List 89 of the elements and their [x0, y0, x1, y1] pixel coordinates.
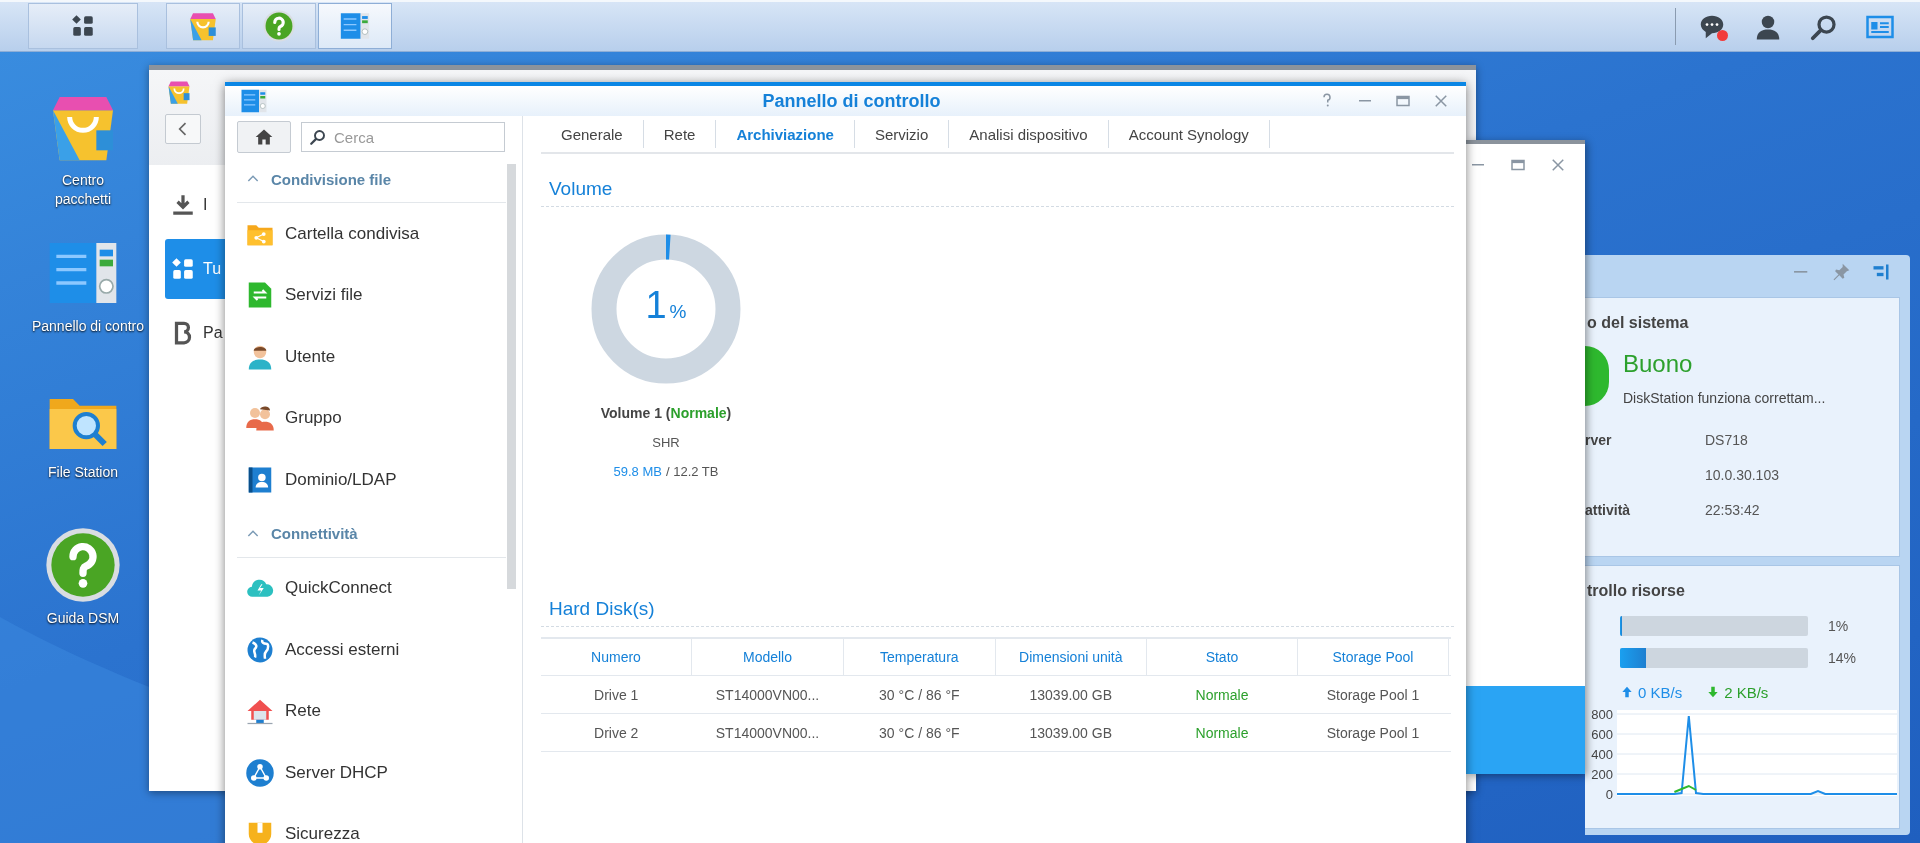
sidebar-item[interactable]: Sicurezza: [237, 803, 506, 843]
sidebar-item[interactable]: Dominio/LDAP: [237, 449, 506, 511]
scrollbar[interactable]: [507, 164, 516, 589]
info-value: 10.0.30.103: [1705, 466, 1779, 483]
sidebar-item[interactable]: Rete: [237, 680, 506, 742]
table-cell: Storage Pool 1: [1297, 675, 1449, 714]
info-label: attività: [1585, 501, 1632, 518]
volume-name: Volume 1 (Normale): [600, 405, 732, 421]
table-cell: 13039.00 GB: [995, 713, 1147, 752]
sidebar-item[interactable]: Accessi esterni: [237, 619, 506, 681]
grid-icon: [170, 256, 196, 282]
home-button[interactable]: [237, 121, 291, 153]
axis-tick-label: 0: [1605, 787, 1613, 800]
main-menu-icon: [70, 13, 96, 39]
table-cell: Drive 2: [541, 713, 692, 752]
table-cell: Drive 1: [541, 675, 692, 714]
sidebar-item[interactable]: Utente: [237, 326, 506, 388]
search-icon: [309, 128, 327, 146]
upload-arrow-icon: [1620, 685, 1634, 699]
table-cell: Storage Pool 1: [1297, 713, 1449, 752]
widget-title: trollo risorse: [1586, 581, 1686, 601]
section-header[interactable]: Condivisione file: [237, 156, 506, 203]
usage-reading: 1%: [1828, 618, 1849, 634]
column-header[interactable]: Modello: [691, 638, 844, 676]
column-header[interactable]: Stato: [1146, 638, 1298, 676]
usage-percent: 1%: [644, 284, 688, 327]
network-icon: [245, 757, 275, 788]
table-cell: ST14000VN00...: [691, 675, 844, 714]
tab[interactable]: Rete: [643, 120, 717, 148]
total-space: / 12.2 TB: [665, 464, 719, 479]
back-button[interactable]: [165, 114, 201, 144]
tab[interactable]: Generale: [541, 120, 644, 148]
nav-item[interactable]: I: [165, 175, 225, 235]
desktop-icon-label[interactable]: Pannello di contro: [31, 317, 145, 336]
tab[interactable]: Account Synology: [1108, 120, 1270, 148]
table-cell: 30 °C / 86 °F: [843, 675, 996, 714]
info-label: rver: [1585, 431, 1613, 448]
section-heading: Hard Disk(s): [541, 574, 1454, 627]
status-cell: Normale: [1146, 675, 1298, 714]
pin-icon: [1831, 262, 1851, 282]
widget-title: o del sistema: [1586, 313, 1690, 333]
volume-type: SHR: [652, 435, 680, 450]
desktop-icon-label[interactable]: Guida DSM: [46, 609, 120, 628]
axis-tick-label: 400: [1591, 747, 1613, 762]
close-icon: [1432, 92, 1450, 110]
upload-speed: 0 KB/s: [1620, 683, 1683, 701]
search-field[interactable]: Cerca: [301, 122, 505, 152]
minimize-icon: [1794, 271, 1808, 273]
tab[interactable]: Analisi dispositivo: [949, 120, 1109, 148]
column-header[interactable]: Storage Pool: [1297, 638, 1449, 676]
sidebar-item[interactable]: Servizi file: [237, 264, 506, 326]
table-cell: ST14000VN00...: [691, 713, 844, 752]
question-mark-icon: [262, 9, 296, 43]
sidebar-item[interactable]: Gruppo: [237, 387, 506, 449]
download-speed: 2 KB/s: [1706, 683, 1769, 701]
window-title: Pannello di controllo: [761, 90, 942, 112]
sidebar-item[interactable]: Cartella condivisa: [237, 203, 506, 265]
taskbar-button[interactable]: [28, 3, 138, 49]
column-header[interactable]: Numero: [541, 638, 692, 676]
info-value: 22:53:42: [1705, 501, 1760, 518]
column-header[interactable]: Temperatura: [843, 638, 996, 676]
axis-tick-label: 800: [1591, 710, 1613, 722]
download-icon: [170, 192, 196, 218]
axis-tick-label: 600: [1591, 727, 1613, 742]
close-icon: [1549, 156, 1567, 174]
info-value: DS718: [1705, 431, 1748, 448]
column-header[interactable]: Dimensioni unità: [995, 638, 1147, 676]
table-cell: 13039.00 GB: [995, 675, 1147, 714]
health-message: DiskStation funziona correttam...: [1623, 390, 1826, 406]
desktop-icon-label[interactable]: Centro pacchetti: [37, 171, 129, 209]
tab[interactable]: Servizio: [854, 120, 950, 148]
usage-reading: 14%: [1828, 650, 1857, 666]
table-cell: 30 °C / 86 °F: [843, 713, 996, 752]
minimize-icon: [1472, 164, 1484, 166]
sidebar-icon: [1871, 262, 1891, 282]
section-heading: Volume: [541, 154, 1454, 207]
minimize-icon: [1359, 100, 1371, 102]
status-cell: Normale: [1146, 713, 1298, 752]
desktop-icon-label[interactable]: File Station: [47, 463, 118, 482]
nav-item[interactable]: Pa: [165, 303, 225, 363]
sidebar-item[interactable]: QuickConnect: [237, 557, 506, 619]
question-mark-icon: [43, 525, 123, 605]
home-icon: [254, 127, 274, 147]
tab[interactable]: Archiviazione: [716, 120, 855, 148]
health-status: Buono: [1623, 350, 1694, 378]
axis-tick-label: 200: [1591, 767, 1613, 782]
used-space: 59.8 MB: [613, 464, 662, 479]
sidebar-item[interactable]: Server DHCP: [237, 742, 506, 804]
section-header[interactable]: Connettività: [237, 510, 506, 558]
